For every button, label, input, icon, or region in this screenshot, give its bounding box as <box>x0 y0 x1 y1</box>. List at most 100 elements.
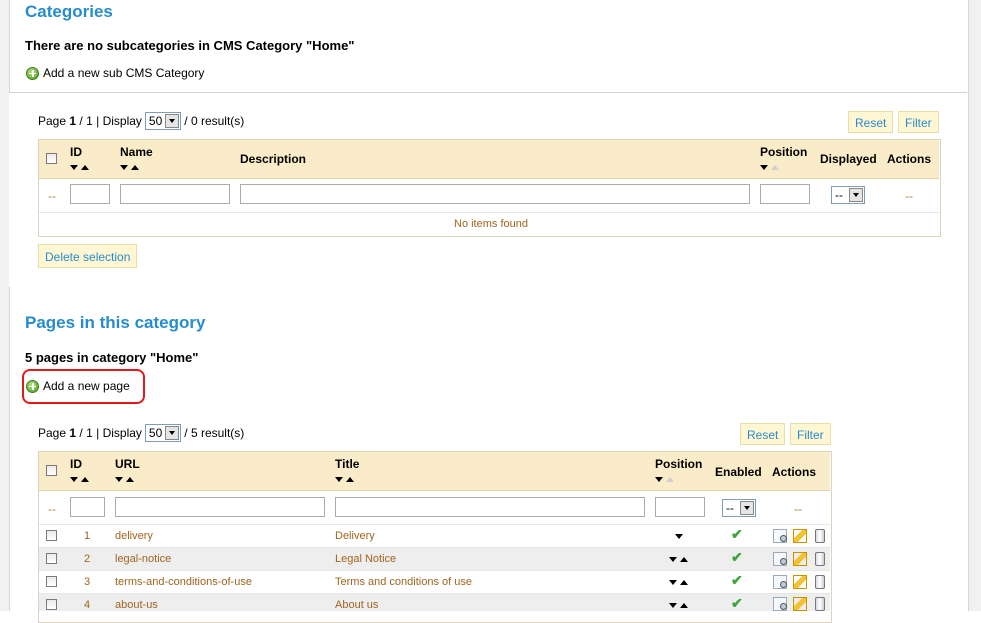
chevron-down-icon <box>849 188 864 202</box>
categories-reset-button[interactable]: Reset <box>848 111 894 133</box>
move-down-icon[interactable] <box>675 534 683 539</box>
position-arrows[interactable] <box>669 578 688 587</box>
edit-icon[interactable] <box>793 597 807 611</box>
row-title[interactable]: About us <box>335 599 378 611</box>
id-filter-input[interactable] <box>70 497 105 517</box>
col-name: Name <box>120 145 153 159</box>
sort-up-icon[interactable] <box>126 477 134 482</box>
row-checkbox[interactable] <box>46 576 57 587</box>
per-page-select[interactable]: 50 <box>144 424 182 442</box>
select-all-checkbox[interactable] <box>46 153 57 164</box>
row-checkbox[interactable] <box>46 530 57 541</box>
enabled-check-icon[interactable]: ✔ <box>731 572 743 589</box>
row-url[interactable]: about-us <box>115 599 158 611</box>
add-sub-category-link[interactable]: Add a new sub CMS Category <box>26 66 204 80</box>
row-title[interactable]: Delivery <box>335 530 375 542</box>
view-icon[interactable] <box>773 575 787 589</box>
sort-down-icon[interactable] <box>655 477 663 482</box>
sort-up-icon[interactable] <box>81 477 89 482</box>
name-filter-input[interactable] <box>120 184 230 204</box>
add-sub-category-label: Add a new sub CMS Category <box>43 66 205 80</box>
col-url: URL <box>115 457 140 471</box>
id-filter-input[interactable] <box>70 184 110 204</box>
view-icon[interactable] <box>773 597 787 611</box>
delete-selection-button[interactable]: Delete selection <box>38 244 138 268</box>
description-filter-input[interactable] <box>240 184 750 204</box>
enabled-filter-select[interactable]: -- <box>722 499 757 517</box>
move-up-icon[interactable] <box>680 557 688 562</box>
categories-pagination: Page 1 / 1 | Display 50 / 0 result(s) <box>38 112 244 130</box>
row-checkbox[interactable] <box>46 599 57 610</box>
displayed-filter-select[interactable]: -- <box>831 186 866 204</box>
title-filter-input[interactable] <box>335 497 645 517</box>
sort-up-icon[interactable] <box>346 477 354 482</box>
position-sort[interactable] <box>760 163 779 172</box>
sort-up-icon[interactable] <box>81 165 89 170</box>
page-label: Page <box>38 114 67 128</box>
row-title[interactable]: Legal Notice <box>335 553 396 565</box>
view-icon[interactable] <box>773 552 787 566</box>
page-separator: / <box>79 426 83 440</box>
edit-icon[interactable] <box>793 552 807 566</box>
filter-dash: -- <box>48 502 56 516</box>
sort-up-icon[interactable] <box>131 165 139 170</box>
view-icon[interactable] <box>773 529 787 543</box>
sort-down-icon[interactable] <box>115 477 123 482</box>
enabled-check-icon[interactable]: ✔ <box>731 549 743 566</box>
id-sort[interactable] <box>70 475 89 484</box>
move-up-icon[interactable] <box>680 603 688 608</box>
url-sort[interactable] <box>115 475 134 484</box>
delete-icon[interactable] <box>815 597 825 611</box>
sort-down-icon[interactable] <box>70 477 78 482</box>
position-arrows[interactable] <box>669 601 688 610</box>
categories-heading: Categories <box>25 2 113 21</box>
page-label: Page <box>38 426 67 440</box>
position-arrows[interactable] <box>675 532 686 541</box>
delete-icon[interactable] <box>815 552 825 566</box>
edit-icon[interactable] <box>793 575 807 589</box>
edit-icon[interactable] <box>793 529 807 543</box>
delete-icon[interactable] <box>815 529 825 543</box>
sort-down-icon[interactable] <box>120 165 128 170</box>
move-down-icon[interactable] <box>669 580 677 585</box>
chevron-down-icon <box>165 426 180 440</box>
sort-up-icon <box>666 477 674 482</box>
pages-filter-button[interactable]: Filter <box>790 423 831 445</box>
sort-down-icon[interactable] <box>335 477 343 482</box>
row-divider <box>39 570 830 571</box>
row-id: 3 <box>84 576 91 588</box>
col-title: Title <box>335 457 360 471</box>
position-filter-input[interactable] <box>760 184 810 204</box>
sort-down-icon[interactable] <box>70 165 78 170</box>
sort-up-icon <box>771 165 779 170</box>
row-checkbox[interactable] <box>46 553 57 564</box>
enabled-check-icon[interactable]: ✔ <box>731 595 743 612</box>
per-page-select[interactable]: 50 <box>144 112 182 130</box>
add-icon <box>26 66 39 80</box>
name-sort[interactable] <box>120 163 139 172</box>
delete-icon[interactable] <box>815 575 825 589</box>
display-label: | Display <box>96 426 142 440</box>
move-down-icon[interactable] <box>669 603 677 608</box>
id-sort[interactable] <box>70 163 89 172</box>
sort-down-icon[interactable] <box>760 165 768 170</box>
move-down-icon[interactable] <box>669 557 677 562</box>
add-page-highlight <box>22 369 145 404</box>
categories-filter-button[interactable]: Filter <box>898 111 939 133</box>
select-all-checkbox[interactable] <box>46 465 57 476</box>
title-sort[interactable] <box>335 475 354 484</box>
row-url[interactable]: terms-and-conditions-of-use <box>115 576 252 588</box>
pages-reset-button[interactable]: Reset <box>740 423 786 445</box>
move-up-icon[interactable] <box>680 580 688 585</box>
position-arrows[interactable] <box>669 555 688 564</box>
enabled-check-icon[interactable]: ✔ <box>731 526 743 543</box>
chevron-down-icon <box>740 501 755 515</box>
position-filter-input[interactable] <box>655 497 705 517</box>
url-filter-input[interactable] <box>115 497 325 517</box>
position-sort[interactable] <box>655 475 674 484</box>
row-title[interactable]: Terms and conditions of use <box>335 576 472 588</box>
total-pages: 1 <box>86 114 93 128</box>
row-url[interactable]: legal-notice <box>115 553 171 565</box>
row-url[interactable]: delivery <box>115 530 153 542</box>
filter-dash: -- <box>48 189 56 203</box>
